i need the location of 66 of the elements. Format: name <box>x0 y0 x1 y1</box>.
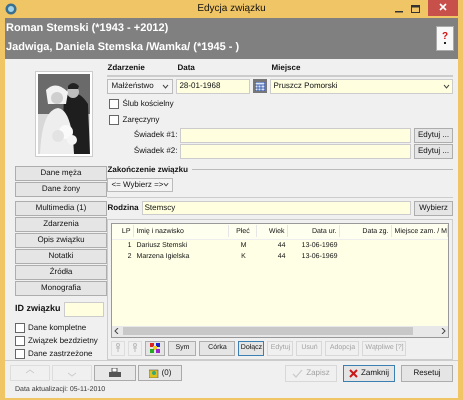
witness-field[interactable] <box>180 128 411 142</box>
column-heading: Miejsce <box>271 62 300 72</box>
event-type-select[interactable]: Małżeństwo <box>107 78 174 94</box>
caret-icon <box>163 182 170 187</box>
scroll-right-icon <box>441 328 446 334</box>
witness-label: Świadek #2: <box>134 146 178 155</box>
section-heading: Zakończenie związku <box>107 164 188 176</box>
caret-icon <box>443 84 450 88</box>
scrollbar[interactable] <box>112 326 448 336</box>
side-button[interactable]: Monografia <box>15 280 107 296</box>
print-button[interactable] <box>94 365 136 381</box>
window-title: Edycja związku <box>197 2 266 16</box>
scroll-thumb[interactable] <box>123 327 413 335</box>
side-button[interactable]: Multimedia (1) <box>15 200 107 216</box>
husband-name: Roman Stemski (*1943 - +2012) <box>6 22 170 35</box>
witness-field[interactable] <box>180 144 411 158</box>
image-icon <box>148 368 159 378</box>
checkbox-label: Dane zastrzeżone <box>28 348 92 360</box>
calendar-button[interactable] <box>253 79 268 93</box>
wife-name: Jadwiga, Daniela Stemska /Wamka/ (*1945 - ) <box>6 41 240 54</box>
close-icon <box>348 368 358 378</box>
person-icon <box>132 343 138 353</box>
checkbox[interactable] <box>15 336 25 346</box>
side-button[interactable]: Notatki <box>15 248 107 264</box>
checkbox-label: Ślub kościelny <box>122 98 174 110</box>
checkbox[interactable] <box>109 114 120 124</box>
checkbox-label: Zaręczyny <box>122 114 160 126</box>
tree-button[interactable] <box>145 340 166 356</box>
side-button[interactable]: Dane żony <box>15 182 107 196</box>
caret-icon <box>162 84 170 88</box>
side-button[interactable]: Dane męża <box>15 166 107 180</box>
close-button[interactable] <box>428 0 458 16</box>
button[interactable]: Zamknij <box>343 364 395 382</box>
checkbox-label: Związek bezdzietny <box>28 334 98 346</box>
calendar-icon <box>255 82 266 90</box>
scroll-left-icon <box>114 328 120 334</box>
ending-select[interactable]: <= Wybierz => <box>107 178 174 192</box>
app-icon <box>5 2 17 15</box>
side-button[interactable]: Opis związku <box>15 232 107 248</box>
checkbox-label: Dane kompletne <box>28 322 86 334</box>
id-label: ID związku <box>15 302 61 316</box>
witness-label: Świadek #1: <box>134 130 178 139</box>
images-button[interactable]: (0) <box>138 365 182 381</box>
printer-icon <box>109 368 121 378</box>
checkbox[interactable] <box>15 348 25 358</box>
family-label: Rodzina <box>107 202 139 214</box>
help-button[interactable]: ? <box>436 26 454 50</box>
edit-button[interactable]: Edytuj ... <box>414 128 453 142</box>
check-icon <box>292 368 304 378</box>
id-field[interactable] <box>64 302 104 316</box>
checkbox[interactable] <box>15 322 25 332</box>
maximize-icon[interactable] <box>411 4 420 13</box>
family-field[interactable]: Stemscy <box>142 201 411 215</box>
side-button[interactable]: Zdarzenia <box>15 216 107 232</box>
column-heading: Data <box>177 62 195 72</box>
select-button[interactable]: Wybierz <box>414 200 453 216</box>
column-heading: Zdarzenie <box>107 62 145 72</box>
button[interactable]: Resetuj <box>401 364 453 382</box>
date-field[interactable]: 28-01-1968 <box>176 78 250 94</box>
place-select[interactable]: Pruszcz Pomorski <box>270 78 453 94</box>
close-icon <box>439 3 447 12</box>
side-button[interactable]: Źródła <box>15 264 107 280</box>
colorful-icon <box>150 343 160 353</box>
checkbox[interactable] <box>109 98 120 108</box>
edit-button[interactable]: Edytuj ... <box>414 144 453 158</box>
person-icon <box>115 343 122 353</box>
